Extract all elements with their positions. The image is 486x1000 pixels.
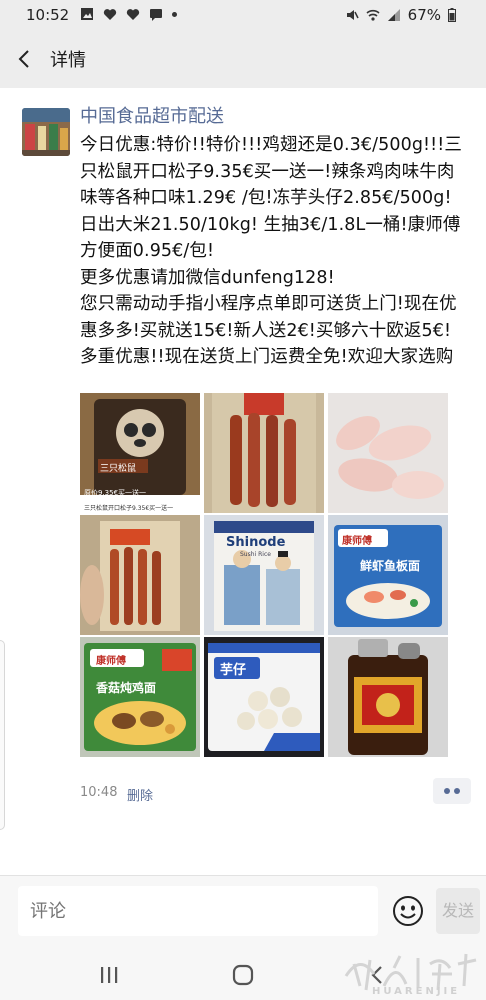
- post-time: 10:48: [80, 785, 118, 800]
- wifi-icon: [366, 9, 380, 21]
- photo-shrimp-noodles[interactable]: 康师傅 鲜虾鱼板面: [328, 515, 448, 635]
- recents-icon[interactable]: [94, 962, 124, 988]
- top-bar: 详情: [0, 30, 486, 86]
- smiley-icon[interactable]: [392, 895, 424, 927]
- caption-brand: Shinode: [226, 535, 286, 550]
- status-time: 10:52: [26, 6, 70, 24]
- battery-icon: [448, 8, 456, 22]
- photo-sushi-rice[interactable]: Shinode Sushi Rice: [204, 515, 324, 635]
- comment-bar: 发送: [0, 875, 486, 950]
- message-icon: [150, 9, 162, 21]
- image-grid: 三只松鼠 原价9.35€买一送一 三只松鼠开口松子9.35€买一送一 Shino…: [80, 393, 449, 757]
- image-icon: [81, 8, 93, 20]
- caption-price: 原价9.35€买一送一: [84, 489, 147, 497]
- home-icon[interactable]: [228, 962, 258, 988]
- battery-percent: 67%: [407, 6, 441, 24]
- heart-icon: [126, 9, 140, 20]
- caption-sub: Sushi Rice: [240, 551, 271, 558]
- author-name[interactable]: 中国食品超市配送: [80, 102, 224, 128]
- edge-panel-handle[interactable]: [0, 640, 5, 830]
- comment-input[interactable]: [18, 886, 378, 936]
- post-text: 今日优惠:特价!!特价!!!鸡翅还是0.3€/500g!!!三只松鼠开口松子9.…: [80, 132, 464, 371]
- photo-spicy-sticks[interactable]: [204, 393, 324, 513]
- caption-brand: 三只松鼠: [100, 464, 137, 474]
- post-paragraph: 今日优惠:特价!!特价!!!鸡翅还是0.3€/500g!!!三只松鼠开口松子9.…: [80, 135, 462, 261]
- avatar[interactable]: [22, 108, 70, 156]
- photo-spicy-sticks-hand[interactable]: [80, 515, 200, 635]
- dot-icon: [454, 788, 460, 794]
- photo-pine-nuts[interactable]: 三只松鼠 原价9.35€买一送一 三只松鼠开口松子9.35€买一送一: [80, 393, 200, 513]
- mute-icon: [346, 10, 359, 20]
- photo-soy-sauce[interactable]: [328, 637, 448, 757]
- caption-name: 香菇炖鸡面: [96, 681, 157, 695]
- more-options-button[interactable]: [433, 778, 471, 804]
- send-button[interactable]: 发送: [436, 888, 480, 934]
- photo-taro-balls[interactable]: 芋仔: [204, 637, 324, 757]
- chevron-left-icon[interactable]: [10, 44, 40, 74]
- caption-name: 芋仔: [220, 663, 247, 678]
- status-bar: 10:52 67%: [0, 0, 486, 30]
- moment-detail: 中国食品超市配送 今日优惠:特价!!特价!!!鸡翅还是0.3€/500g!!!三…: [0, 88, 486, 875]
- caption-brand: 康师傅: [342, 536, 372, 547]
- watermark-text: HUARENJIE: [372, 986, 461, 997]
- page-title: 详情: [50, 50, 86, 71]
- post-paragraph: 您只需动动手指小程序点单即可送货上门!现在优惠多多!买就送15€!新人送2€!买…: [80, 294, 457, 367]
- caption-small: 三只松鼠开口松子9.35€买一送一: [84, 505, 174, 512]
- heart-icon: [103, 9, 117, 20]
- photo-chicken-wings[interactable]: [328, 393, 448, 513]
- dot-icon: [172, 11, 177, 17]
- caption-brand: 康师傅: [96, 656, 126, 667]
- delete-link[interactable]: 删除: [127, 785, 153, 804]
- caption-name: 鲜虾鱼板面: [360, 559, 421, 573]
- post-paragraph: 更多优惠请加微信dunfeng128!: [80, 267, 335, 288]
- dot-icon: [444, 788, 450, 794]
- signal-icon: [387, 9, 400, 21]
- photo-mushroom-chicken-noodles[interactable]: 康师傅 香菇炖鸡面: [80, 637, 200, 757]
